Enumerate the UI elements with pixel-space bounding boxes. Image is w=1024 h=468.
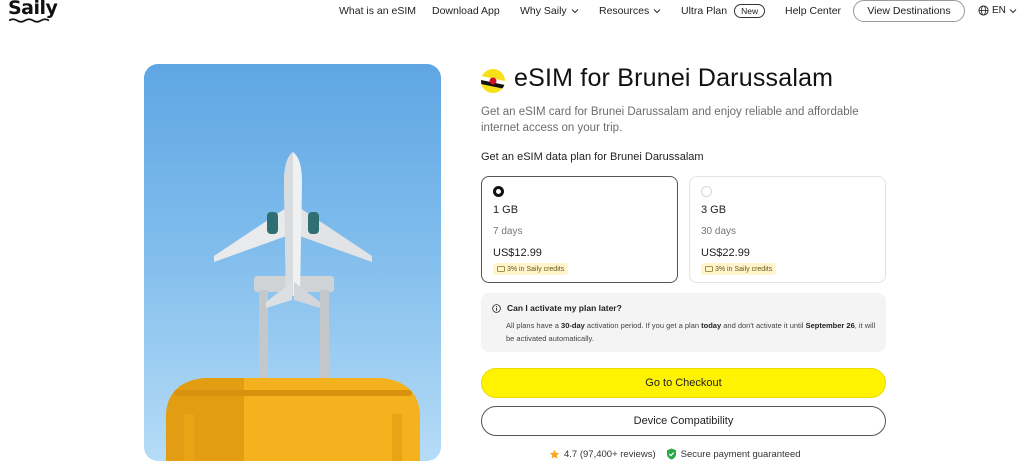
logo-wave-icon [9,18,50,23]
star-icon [549,449,560,459]
info-question: Can I activate my plan later? [507,303,622,313]
new-badge: New [734,4,766,18]
trust-row: 4.7 (97,400+ reviews) Secure payment gua… [549,448,801,460]
info-answer-bold: 30-day [561,321,585,330]
secure-payment-text: Secure payment guaranteed [680,448,801,460]
globe-icon [978,5,989,16]
plan-card-1gb[interactable]: 1 GB 7 days US$12.99 3% in Saily credits [481,176,678,283]
nav-download-app-label: Download App [432,5,500,17]
activation-info-box: Can I activate my plan later? All plans … [481,293,886,352]
nav-help-center[interactable]: Help Center [785,5,841,17]
chevron-down-icon [571,9,579,14]
nav-resources[interactable]: Resources [599,5,661,17]
plan-data-size: 3 GB [701,204,727,216]
logo-text: Saily [8,0,58,19]
plans-section-title: Get an eSIM data plan for Brunei Darussa… [481,151,704,163]
credits-text: 3% in Saily credits [715,265,773,273]
brunei-flag-icon [481,69,505,93]
credits-badge: 3% in Saily credits [493,263,569,275]
plan-radio-unselected[interactable] [701,186,712,197]
info-answer-part: and don't activate it until [721,321,806,330]
info-answer-bold: today [701,321,722,330]
page-subtitle: Get an eSIM card for Brunei Darussalam a… [481,106,859,134]
saily-logo[interactable]: Saily [8,0,58,23]
nav-ultra-plan-label: Ultra Plan [681,5,728,17]
credit-card-icon [705,266,713,272]
plan-price: US$12.99 [493,247,542,259]
nav-resources-label: Resources [599,5,650,17]
hero-image-airplane-suitcase [144,64,441,461]
page-title: eSIM for Brunei Darussalam [514,64,834,92]
plan-duration: 30 days [701,226,737,237]
nav-download-app[interactable]: Download App [432,5,500,17]
plan-data-size: 1 GB [493,204,519,216]
plan-price: US$22.99 [701,247,750,259]
nav-ultra-plan[interactable]: Ultra Plan New [681,4,766,18]
device-compatibility-button[interactable]: Device Compatibility [481,406,886,436]
nav-why-saily-label: Why Saily [520,5,567,17]
credits-text: 3% in Saily credits [507,265,565,273]
shield-check-icon [666,448,676,460]
info-question-row: Can I activate my plan later? [492,303,622,313]
language-label: EN [992,5,1006,16]
info-answer-part: activation period. If you get a plan [584,321,702,330]
info-answer-bold: September 26 [805,321,855,330]
plan-duration: 7 days [493,226,523,237]
nav-what-is-esim[interactable]: What is an eSIM [339,5,416,17]
credit-card-icon [497,266,505,272]
info-icon [492,303,501,313]
chevron-down-icon [1009,8,1017,13]
go-to-checkout-button[interactable]: Go to Checkout [481,368,886,398]
plan-radio-selected[interactable] [493,186,504,197]
nav-help-center-label: Help Center [785,5,842,17]
nav-why-saily[interactable]: Why Saily [520,5,579,17]
rating-text: 4.7 (97,400+ reviews) [564,448,656,460]
language-selector[interactable]: EN [978,5,1017,16]
view-destinations-button[interactable]: View Destinations [853,0,965,22]
info-answer-part: All plans have a [506,321,562,330]
credits-badge: 3% in Saily credits [701,263,777,275]
plan-card-3gb[interactable]: 3 GB 30 days US$22.99 3% in Saily credit… [689,176,886,283]
info-answer: All plans have a 30-day activation perio… [506,319,876,345]
nav-what-is-esim-label: What is an eSIM [339,5,417,17]
chevron-down-icon [653,9,661,14]
airplane-suitcase-illustration [166,152,420,461]
top-nav: Saily What is an eSIM Download App Why S… [0,0,1024,26]
